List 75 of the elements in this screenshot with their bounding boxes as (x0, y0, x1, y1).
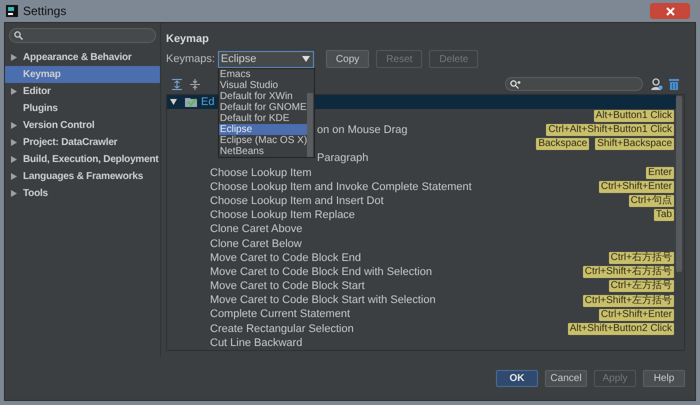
page-title: Keymap (166, 32, 210, 46)
shortcut-badge: Ctrl+Shift+Enter (598, 181, 674, 194)
scrollbar-thumb[interactable] (307, 92, 314, 156)
action-name: Move Caret to Code Block End with Selection (210, 264, 432, 280)
window-title: Settings (23, 3, 66, 20)
keymap-option[interactable]: Default for KDE (218, 112, 308, 124)
keymap-option[interactable]: Eclipse (218, 124, 308, 134)
keymap-option[interactable]: NetBeans (218, 146, 308, 156)
expand-arrow-icon[interactable] (11, 54, 17, 61)
app-icon (6, 5, 18, 17)
scrollbar-thumb[interactable] (676, 96, 682, 272)
sidebar-item[interactable]: Project: DataCrawler (5, 134, 160, 151)
sidebar-item[interactable]: Tools (5, 185, 160, 202)
shortcut-badge: Backspace (536, 138, 590, 150)
sidebar-item[interactable]: Appearance & Behavior (5, 49, 160, 66)
keymap-combo-box[interactable]: Eclipse (218, 50, 314, 68)
keymaps-label: Keymaps: (166, 52, 215, 67)
shortcut-badge: Shift+Backspace (595, 138, 674, 150)
action-name: Move Caret to Code Block End (210, 250, 362, 266)
shortcut-badge: Ctrl+Shift+Enter (598, 308, 674, 321)
action-name: Choose Lookup Item (210, 166, 312, 181)
dialog-button[interactable]: OK (496, 370, 538, 386)
expand-all-icon[interactable] (172, 78, 182, 90)
action-name: Choose Lookup Item Replace (210, 208, 355, 224)
sidebar-item[interactable]: Languages & Frameworks (5, 168, 160, 185)
folder-icon (185, 97, 197, 107)
search-icon (510, 80, 521, 88)
close-button[interactable] (650, 3, 690, 19)
shortcut-badge: Alt+Shift+Button2 Click (568, 322, 674, 335)
action-name: Create Rectangular Selection (210, 322, 354, 337)
tree-root-label: Ed (201, 95, 214, 110)
action-name: Paragraph (317, 151, 368, 166)
action-name: Move Caret to Code Block Start with Selection (210, 293, 436, 308)
expand-arrow-icon[interactable] (11, 190, 17, 197)
shortcut-search-field[interactable] (505, 77, 643, 91)
expand-arrow-icon[interactable] (11, 122, 17, 129)
shortcut-badge: Ctrl+左方括号 (608, 280, 674, 292)
dialog-button[interactable]: Help (643, 370, 685, 386)
action-name: Move Caret to Code Block Start (210, 279, 365, 294)
expand-arrow-icon[interactable] (11, 156, 17, 163)
action-name: Cut Line Backward (210, 336, 302, 350)
sidebar-item[interactable]: Build, Execution, Deployment (5, 151, 160, 168)
action-name: Choose Lookup Item and Invoke Complete Statement (210, 180, 472, 195)
close-icon (666, 6, 674, 16)
shortcut-badge: Ctrl+Shift+右方括号 (582, 266, 674, 278)
dropdown-arrow-icon (302, 56, 310, 62)
sidebar-item[interactable]: Version Control (5, 117, 160, 134)
shortcut-badge: Ctrl+Alt+Shift+Button1 Click (546, 124, 674, 136)
search-field[interactable] (9, 28, 156, 43)
shortcut-badge: Ctrl+右方括号 (608, 252, 674, 264)
shortcut-badge: Ctrl+句点 (628, 195, 674, 208)
trash-icon[interactable] (669, 78, 679, 90)
action-name: Clone Caret Above (210, 222, 302, 238)
keymap-option[interactable]: Emacs (218, 68, 308, 80)
shortcut-badge: Alt+Button1 Click (594, 110, 674, 122)
collapse-all-icon[interactable] (190, 78, 200, 90)
expand-arrow-icon[interactable] (11, 139, 17, 146)
action-name: on on Mouse Drag (317, 123, 408, 138)
expanded-arrow-icon[interactable] (170, 98, 177, 106)
action-name: Choose Lookup Item and Insert Dot (210, 194, 384, 209)
shortcut-badge: Ctrl+Shift+左方括号 (582, 294, 674, 307)
action-name: Clone Caret Below (210, 236, 302, 252)
user-search-icon[interactable] (651, 78, 663, 90)
expand-arrow-icon[interactable] (11, 173, 17, 180)
action-name: Complete Current Statement (210, 307, 350, 322)
keymap-option[interactable]: Visual Studio (218, 80, 308, 90)
keymap-option[interactable]: Eclipse (Mac OS X) (218, 134, 308, 146)
shortcut-badge: Enter (646, 166, 674, 179)
keymap-action-button[interactable]: Copy (326, 50, 370, 68)
shortcut-badge: Tab (654, 209, 674, 222)
dialog-button[interactable]: Cancel (545, 370, 587, 386)
sidebar-item[interactable]: Editor (5, 83, 160, 100)
sidebar-item[interactable]: Plugins (5, 100, 160, 117)
expand-arrow-icon[interactable] (11, 88, 17, 95)
search-icon (14, 31, 23, 40)
